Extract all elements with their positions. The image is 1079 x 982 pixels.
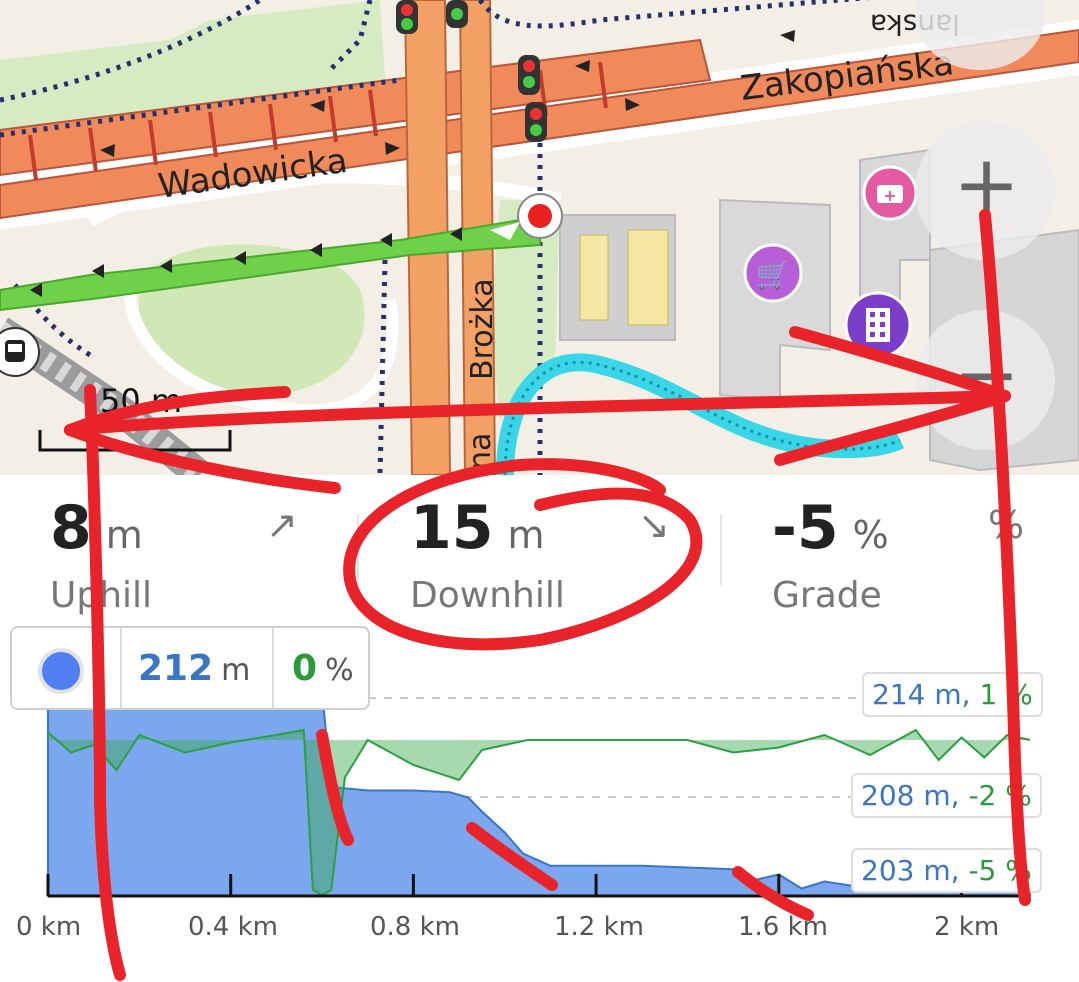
downhill-arrow-icon: ↘ xyxy=(638,503,670,547)
shopping-cart-icon[interactable]: 🛒 xyxy=(743,243,803,303)
uphill-stat: 8m Uphill ↗ xyxy=(50,475,350,625)
current-elevation-value: 212 m xyxy=(138,648,251,689)
pharmacy-icon[interactable]: + xyxy=(862,165,918,221)
gridline-label-middle: 208 m, -2 % xyxy=(851,773,1042,818)
downhill-label: Downhill xyxy=(410,575,565,616)
building xyxy=(579,234,609,321)
bus-stop-icon[interactable] xyxy=(0,327,40,377)
current-grade-value: 0% xyxy=(292,648,354,689)
cycleway xyxy=(496,353,905,475)
x-tick-label: 0.4 km xyxy=(188,912,278,942)
office-building-icon[interactable] xyxy=(844,291,912,359)
zoom-out-icon: − xyxy=(953,328,1021,421)
downhill-stat: 15 m Downhill ↘ xyxy=(410,475,710,625)
x-tick-label: 0 km xyxy=(16,912,82,942)
grade-value: -5% xyxy=(772,493,889,563)
uphill-arrow-icon: ↗ xyxy=(266,503,298,547)
location-dot-icon xyxy=(38,648,84,694)
scale-label: 50 m xyxy=(100,382,182,420)
zoom-out-button[interactable]: − xyxy=(915,310,1055,450)
current-point-marker xyxy=(12,628,120,708)
stat-divider xyxy=(720,515,722,585)
street-label-partial: na xyxy=(463,433,498,470)
current-grade: 0% xyxy=(274,628,368,708)
grade-icon: % xyxy=(988,503,1025,547)
zoom-in-icon: + xyxy=(953,138,1021,231)
x-tick-label: 1.6 km xyxy=(738,912,828,942)
map-view[interactable]: 🛒 + Zakopiańska Wadowicka Brożka na lans… xyxy=(0,0,1079,475)
x-tick-label: 0.8 km xyxy=(370,912,460,942)
x-tick-label: 1.2 km xyxy=(554,912,644,942)
current-elevation: 212 m xyxy=(122,628,272,708)
downhill-value: 15 m xyxy=(410,493,545,563)
uphill-value: 8m xyxy=(50,493,143,563)
gridline-label-bottom: 203 m, -5 % xyxy=(851,848,1042,893)
svg-text:🛒: 🛒 xyxy=(756,258,791,291)
street-label-brozka: Brożka xyxy=(465,278,500,380)
elevation-stats-panel: 8m Uphill ↗ 15 m Downhill ↘ -5% Grade % xyxy=(0,475,1079,625)
map-canvas[interactable]: 🛒 + Zakopiańska Wadowicka Brożka na lans… xyxy=(0,0,1079,475)
stat-divider xyxy=(357,515,359,585)
grade-stat: -5% Grade % xyxy=(772,475,1072,625)
grade-label: Grade xyxy=(772,575,882,616)
uphill-label: Uphill xyxy=(50,575,153,616)
current-point-chip[interactable]: 212 m 0% xyxy=(10,626,370,710)
svg-text:+: + xyxy=(883,186,896,205)
zoom-in-button[interactable]: + xyxy=(915,120,1055,260)
building xyxy=(627,229,669,326)
gridline-label-top: 214 m, 1 % xyxy=(862,672,1043,717)
x-tick-label: 2 km xyxy=(934,912,1000,942)
